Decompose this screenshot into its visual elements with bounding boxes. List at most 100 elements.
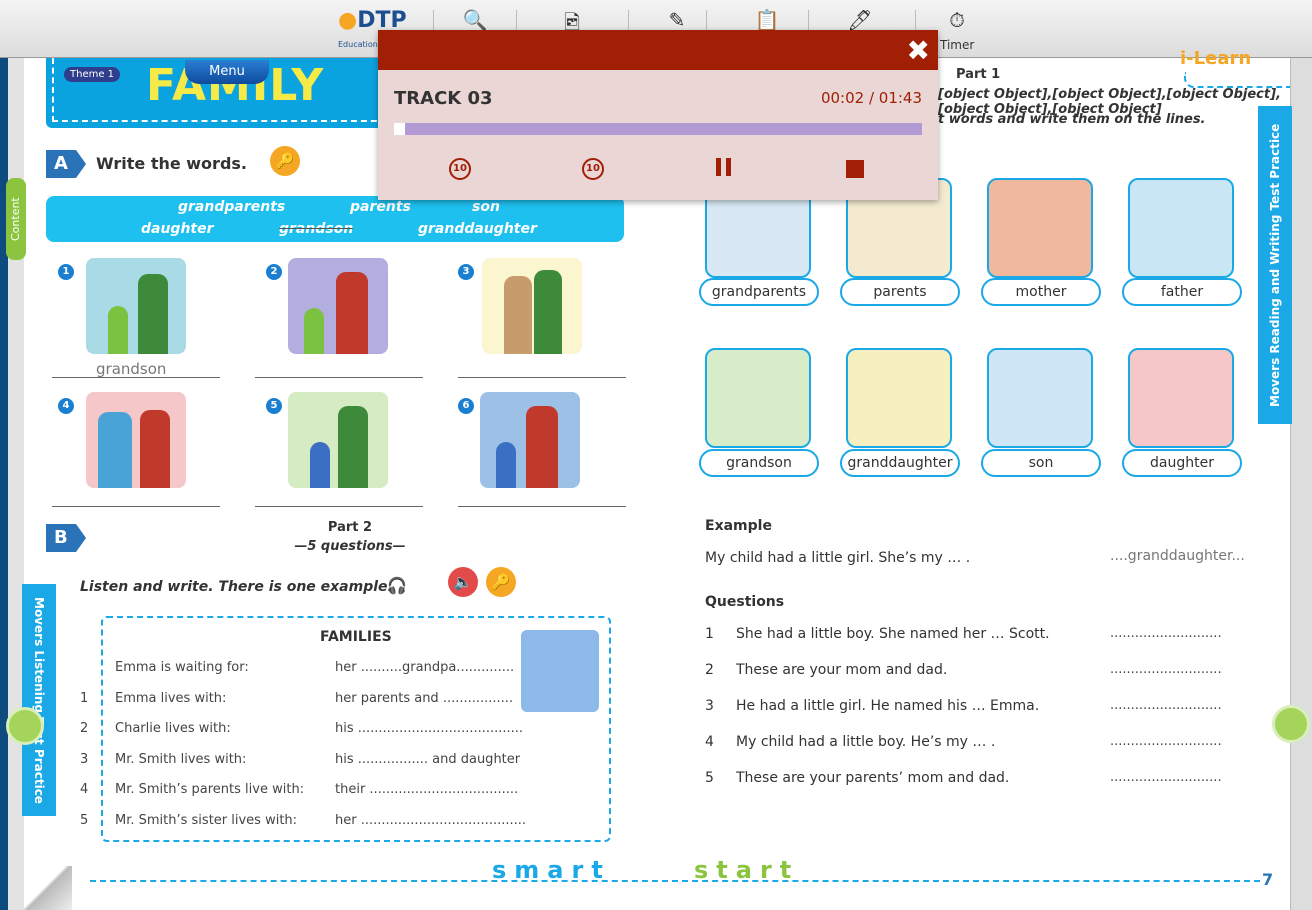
menu-button[interactable]: Menu [185,60,269,84]
label-grandson: grandson [699,449,819,477]
word: grandparents [178,199,286,215]
item-number: 4 [58,398,74,414]
pause-icon[interactable] [714,158,734,178]
example-heading: Example [705,518,772,534]
page-curl[interactable] [24,866,72,910]
row-label: Mr. Smith’s parents live with: [115,782,305,797]
questions-count: —5 questions— [294,539,406,554]
picture-grandfather-girl [288,392,388,488]
row-answer[interactable]: his ................. and daughter [335,752,520,767]
footer-decor [90,858,1260,882]
answer-line[interactable] [458,506,626,507]
pencil-icon[interactable]: ✎ [662,8,692,32]
row-answer[interactable]: her ..........grandpa.............. [335,660,514,675]
listening-practice-tab: Movers Listening Test Practice [22,584,56,816]
part-label: Part 1 [956,67,1001,82]
row-number: 2 [80,721,89,736]
answer-line[interactable] [458,377,626,378]
word: son [472,199,500,215]
word-crossed: grandson [279,221,354,237]
picture-granddaughter [846,348,952,448]
previous-page-button[interactable] [6,707,44,745]
question-text: These are your parents’ mom and dad. [736,770,1010,786]
timer-icon[interactable]: ⏱ [942,8,972,32]
label-father: father [1122,278,1242,306]
row-label: Charlie lives with: [115,721,231,736]
question-text: He had a little girl. He named his … Emm… [736,698,1040,714]
answer-line[interactable]: ........................... [1110,734,1222,749]
label-parents: parents [840,278,960,306]
stop-icon[interactable] [846,160,864,178]
logo-subtext: Education [338,40,378,49]
progress-fill [394,123,405,135]
example-answer: ....granddaughter... [1110,548,1245,564]
picture-grandfather-boy [86,258,186,354]
answer-line[interactable] [52,377,220,378]
word: parents [350,199,411,215]
picture-father-mother [86,392,186,488]
answer-line[interactable]: ........................... [1110,698,1222,713]
content-tab[interactable]: Content [6,178,26,260]
item-number: 5 [266,398,282,414]
brand-logo: i-Learn [1180,48,1252,69]
question-number: 1 [705,626,714,642]
example-text: My child had a little girl. She’s my … . [705,550,971,566]
clipboard-icon[interactable]: 📋 [752,8,782,32]
family-picture [521,630,599,712]
answer-key-button[interactable]: 🔑 [270,146,300,176]
picture-son [987,348,1093,448]
row-answer[interactable]: their ..................................… [335,782,518,797]
rewind-10-icon[interactable]: 10 [449,158,471,180]
answer-line[interactable]: ........................... [1110,662,1222,677]
next-page-button[interactable] [1272,705,1310,743]
headphones-icon: 🎧 [387,576,407,595]
label-son: son [981,449,1101,477]
footer-word-smart: smart [492,856,611,884]
forward-10-icon[interactable]: 10 [582,158,604,180]
answer-line[interactable]: ........................... [1110,770,1222,785]
row-answer[interactable]: her parents and ................. [335,691,513,706]
audio-player: ✖ TRACK 03 00:02 / 01:43 10 10 [378,30,938,200]
search-icon[interactable]: 🔍 [460,8,490,32]
answer-line[interactable] [255,506,423,507]
picture-mother [987,178,1093,278]
word: daughter [141,221,214,237]
reading-practice-tab: Movers Reading and Writing Test Practice [1258,106,1292,424]
track-title: TRACK 03 [394,88,493,109]
part-label: Part 2 [327,520,373,535]
row-answer[interactable]: his ....................................… [335,721,523,736]
answer-text[interactable]: grandson [96,360,166,378]
label-granddaughter: granddaughter [840,449,960,477]
footer-word-start: start [694,856,800,884]
section-a-badge: A [46,150,86,178]
questions-heading: Questions [705,594,785,610]
answer-key-button[interactable]: 🔑 [486,567,516,597]
audio-button[interactable]: 🔈 [448,567,478,597]
question-number: 2 [705,662,714,678]
question-number: 5 [705,770,714,786]
section-b-instruction: Listen and write. There is one example. [80,579,393,595]
picture-grandparents [482,258,582,354]
row-label: Mr. Smith’s sister lives with: [115,812,298,828]
theme-badge: Theme 1 [64,67,121,82]
picture-daughter [1128,348,1234,448]
item-number: 1 [58,264,74,280]
answer-line[interactable] [255,377,423,378]
word-bank: grandparents parents son daughter grands… [46,196,624,242]
row-answer[interactable]: her ....................................… [335,813,525,828]
progress-bar[interactable] [394,123,922,135]
picture-mother-girl [480,392,580,488]
answer-line[interactable]: ........................... [1110,626,1222,641]
timer-label[interactable]: Timer [940,38,974,52]
row-number: 5 [80,812,89,828]
close-icon[interactable]: ✖ [907,34,930,67]
picture-father [1128,178,1234,278]
word: granddaughter [418,221,537,237]
row-number: 4 [80,782,89,797]
label-mother: mother [981,278,1101,306]
answer-line[interactable] [52,506,220,507]
question-text: My child had a little boy. He’s my … . [736,734,996,750]
row-label: Emma is waiting for: [115,660,249,675]
pen-icon[interactable]: 🖊 [845,8,875,32]
scrollbar[interactable] [1290,58,1312,910]
